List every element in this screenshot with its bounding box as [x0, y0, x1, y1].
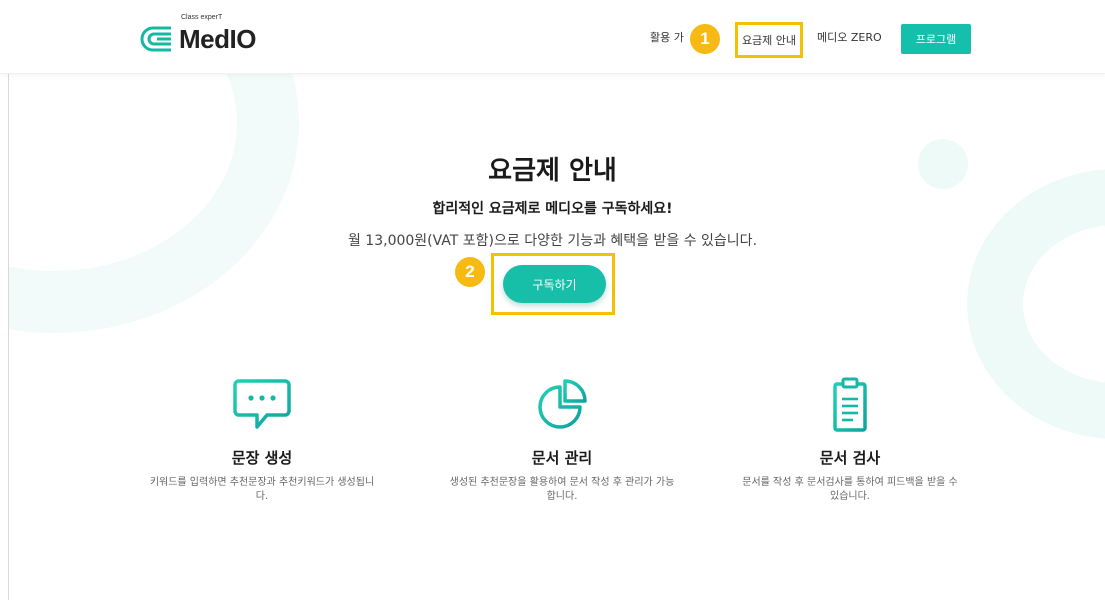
pricing-description: 월 13,000원(VAT 포함)으로 다양한 기능과 혜택을 받을 수 있습니… [347, 233, 758, 249]
chat-icon [227, 375, 297, 435]
nav-medio-zero[interactable]: 메디오 ZERO [817, 29, 882, 45]
step-badge-2: 2 [455, 257, 485, 287]
pie-chart-icon [527, 375, 597, 435]
feature-title: 문장 생성 [231, 449, 293, 467]
logo-text: Class experT MedIO [179, 14, 256, 54]
logo-mark-icon [137, 24, 175, 54]
logo-name: MedIO [179, 24, 256, 54]
feature-title: 문서 관리 [531, 449, 593, 467]
feature-description: 문서를 작성 후 문서검사를 통하여 피드백을 받을 수 있습니다. [742, 477, 958, 502]
feature-title: 문서 검사 [819, 449, 881, 467]
site-header: Class experT MedIO 활용 가이드 요금제 안내 메디오 ZER… [0, 0, 1105, 74]
clipboard-icon [815, 375, 885, 435]
logo-tagline: Class experT [181, 14, 223, 21]
page-title: 요금제 안내 [488, 156, 617, 186]
program-button[interactable]: 프로그램 [901, 24, 971, 54]
feature-sentence-generation: 문장 생성 키워드를 입력하면 추천문장과 추천키워드가 생성됩니다. [137, 375, 387, 504]
subscribe-button[interactable]: 구독하기 [503, 265, 606, 303]
step-badge-1: 1 [690, 24, 720, 54]
feature-description: 생성된 추천문장을 활용하여 문서 작성 후 관리가 가능합니다. [449, 477, 675, 502]
feature-document-management: 문서 관리 생성된 추천문장을 활용하여 문서 작성 후 관리가 가능합니다. [437, 375, 687, 504]
nav-pricing[interactable]: 요금제 안내 [735, 22, 803, 58]
page-subtitle: 합리적인 요금제로 메디오를 구독하세요! [432, 201, 673, 217]
nav-usage-guide[interactable]: 활용 가이드 [650, 29, 684, 45]
feature-description: 키워드를 입력하면 추천문장과 추천키워드가 생성됩니다. [149, 477, 375, 502]
logo[interactable]: Class experT MedIO [137, 14, 256, 54]
feature-document-check: 문서 검사 문서를 작성 후 문서검사를 통하여 피드백을 받을 수 있습니다. [725, 375, 975, 504]
